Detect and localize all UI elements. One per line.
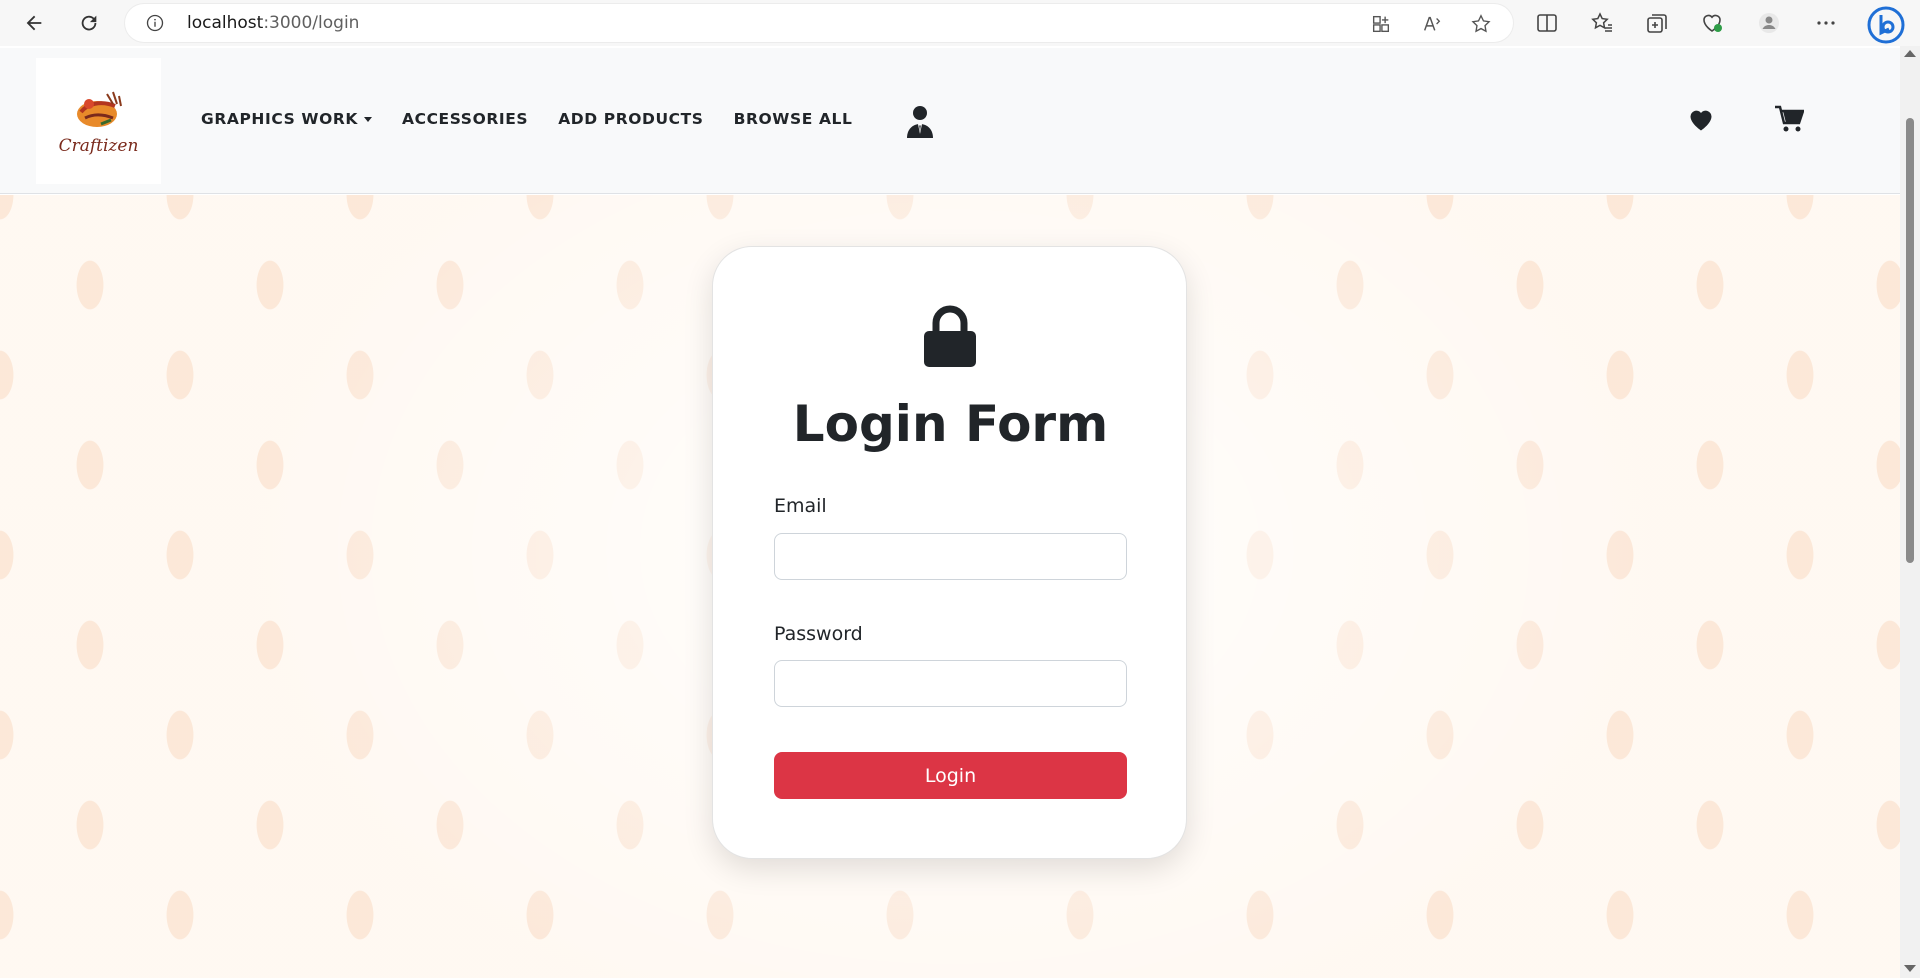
copilot-icon[interactable] <box>1866 5 1906 45</box>
password-label: Password <box>774 623 863 645</box>
split-screen-icon[interactable] <box>1535 11 1559 35</box>
user-icon[interactable] <box>905 104 935 140</box>
password-field[interactable] <box>774 660 1127 707</box>
nav-link-label: ADD PRODUCTS <box>558 110 704 128</box>
more-icon[interactable] <box>1814 11 1838 35</box>
reload-button[interactable] <box>69 3 109 43</box>
nav-link-browse-all[interactable]: BROWSE ALL <box>734 110 853 128</box>
cart-icon[interactable] <box>1774 105 1804 133</box>
email-field[interactable] <box>774 533 1127 580</box>
scroll-thumb[interactable] <box>1906 118 1914 563</box>
nav-link-accessories[interactable]: ACCESSORIES <box>402 110 528 128</box>
nav-link-label: BROWSE ALL <box>733 110 853 128</box>
address-bar[interactable]: localhost:3000/login <box>125 4 1513 42</box>
favorite-star-icon[interactable] <box>1470 13 1492 35</box>
logo-mark-icon <box>76 91 122 127</box>
scrollbar[interactable] <box>1900 46 1920 978</box>
page-content: Craftizen GRAPHICS WORK ACCESSORIES ADD … <box>0 46 1900 978</box>
login-card: Login Form Email Password Login <box>712 246 1187 859</box>
logo-text: Craftizen <box>58 136 139 156</box>
page-title: Login Form <box>792 395 1109 453</box>
nav-link-add-products[interactable]: ADD PRODUCTS <box>558 110 703 128</box>
browser-essentials-icon[interactable] <box>1700 11 1724 35</box>
info-icon[interactable] <box>145 13 165 33</box>
back-arrow-icon <box>26 15 42 31</box>
read-aloud-icon[interactable] <box>1421 13 1443 35</box>
nav-links: GRAPHICS WORK ACCESSORIES ADD PRODUCTS B… <box>201 110 883 128</box>
url-text[interactable]: localhost:3000/login <box>187 13 359 33</box>
login-button[interactable]: Login <box>774 752 1127 799</box>
browser-toolbar: localhost:3000/login <box>0 0 1920 46</box>
reload-icon <box>81 15 97 31</box>
heart-icon[interactable] <box>1687 106 1715 134</box>
lock-icon <box>924 305 976 367</box>
logo[interactable]: Craftizen <box>36 58 161 184</box>
url-path: :3000/login <box>263 13 360 33</box>
url-host: localhost <box>187 13 264 33</box>
nav-link-label: ACCESSORIES <box>402 110 529 128</box>
caret-down-icon <box>364 116 372 122</box>
back-button[interactable] <box>14 3 54 43</box>
nav-link-label: GRAPHICS WORK <box>201 110 358 128</box>
app-available-icon[interactable] <box>1370 13 1392 35</box>
nav-link-graphics-work[interactable]: GRAPHICS WORK <box>201 110 372 128</box>
collections-icon[interactable] <box>1645 11 1669 35</box>
navbar: Craftizen GRAPHICS WORK ACCESSORIES ADD … <box>0 48 1900 194</box>
email-label: Email <box>774 495 827 517</box>
profile-icon[interactable] <box>1757 11 1781 35</box>
scroll-up-arrow-icon[interactable] <box>1904 50 1916 57</box>
favorites-icon[interactable] <box>1590 11 1614 35</box>
scroll-down-arrow-icon[interactable] <box>1904 965 1916 972</box>
